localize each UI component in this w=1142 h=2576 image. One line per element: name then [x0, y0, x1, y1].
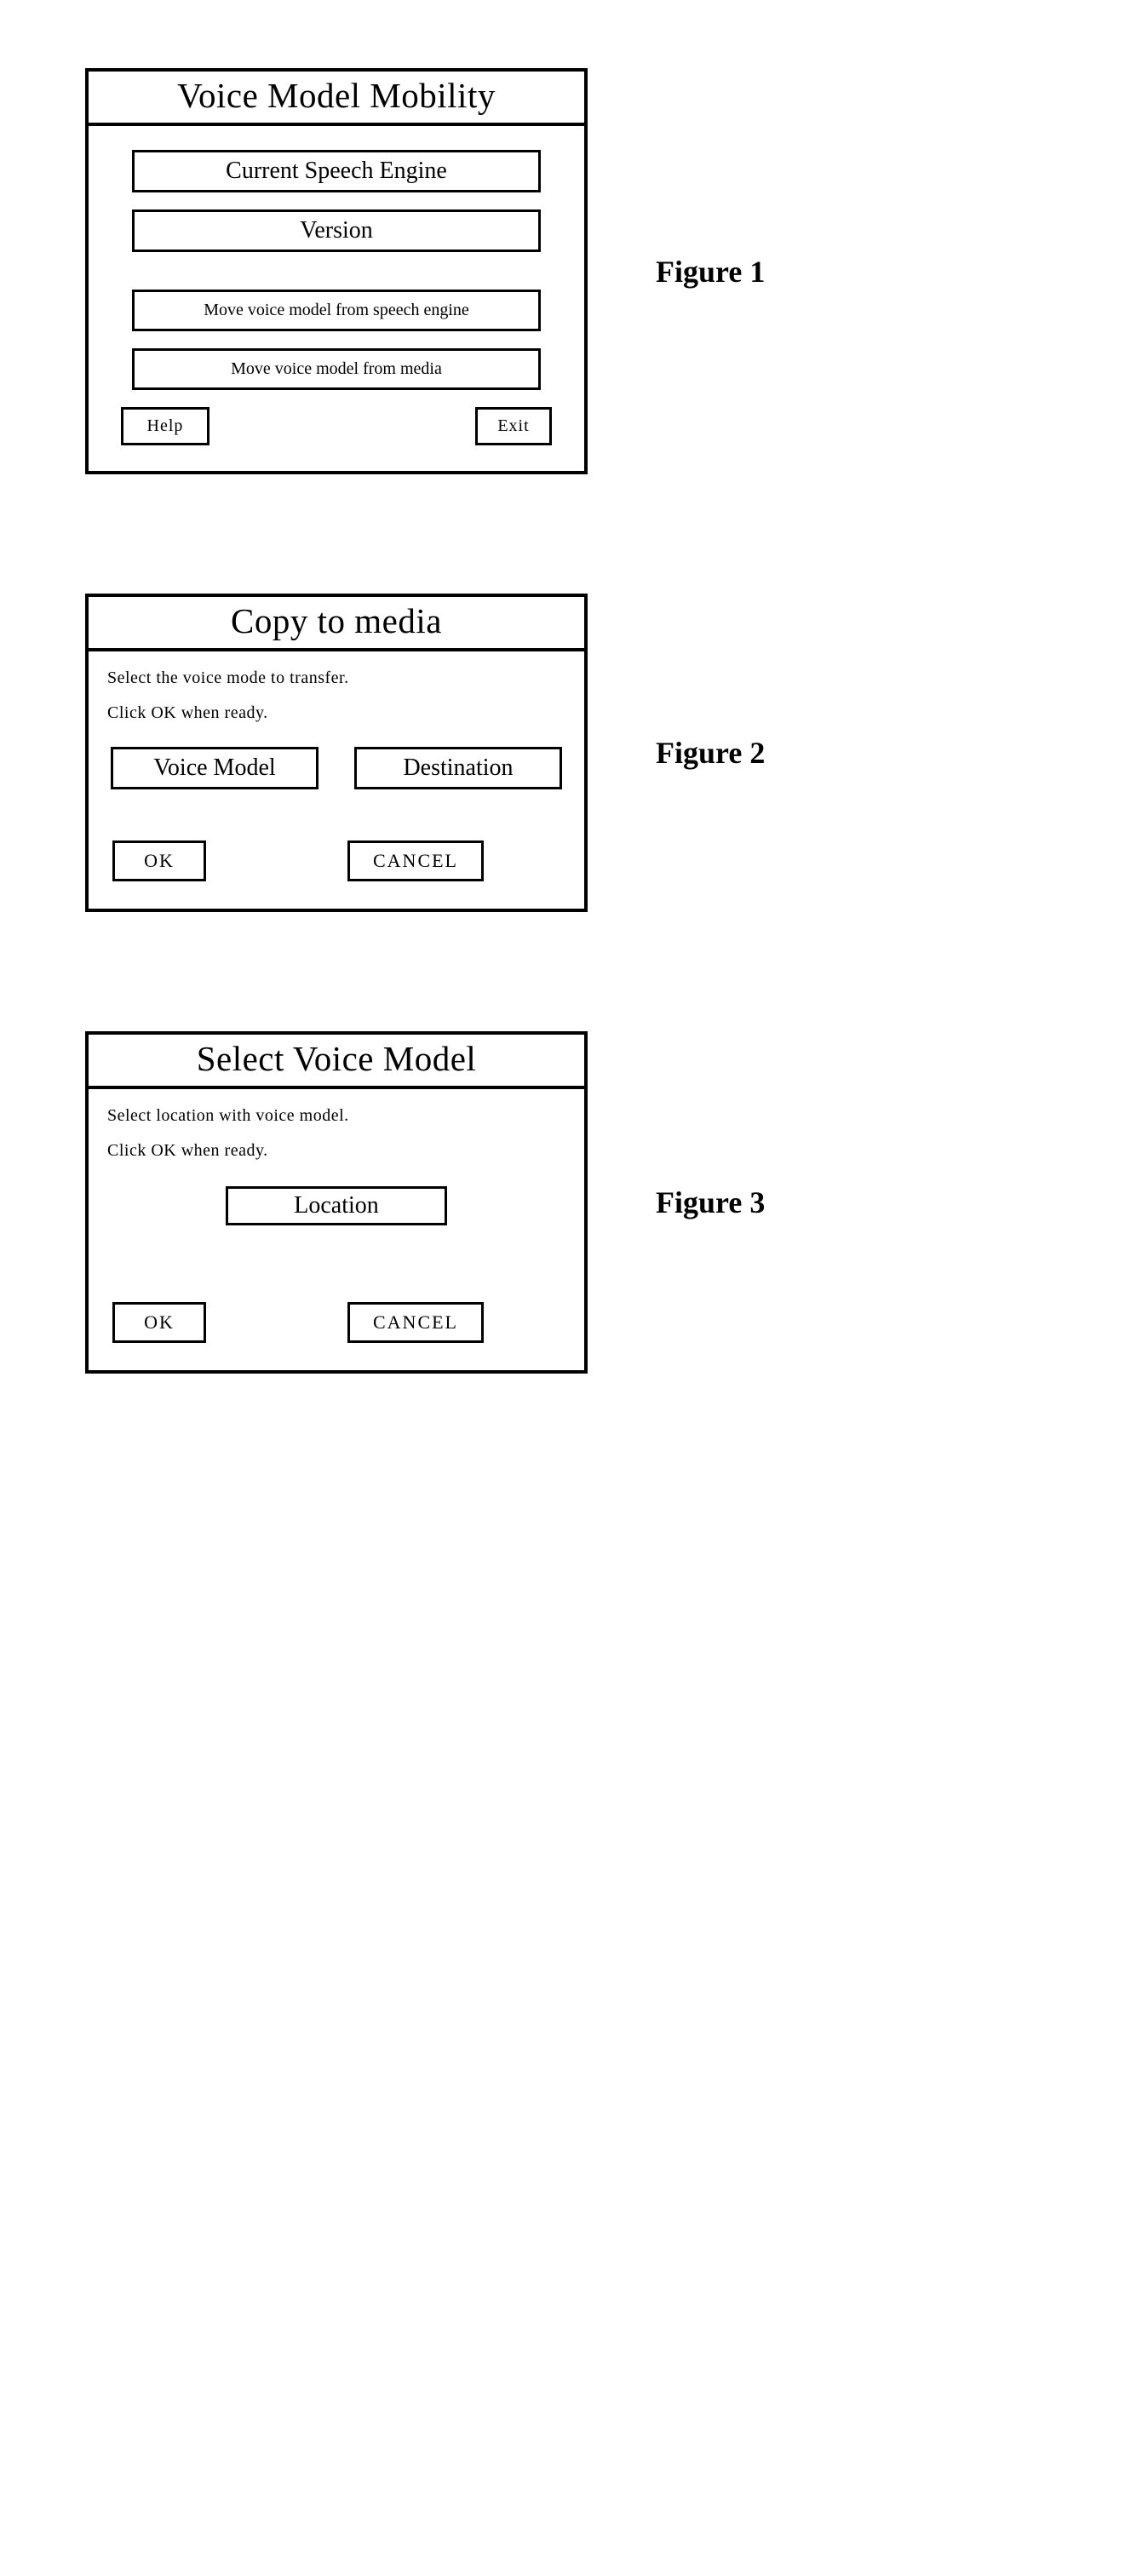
- ok-button[interactable]: OK: [112, 840, 206, 881]
- voice-model-button[interactable]: Voice Model: [111, 747, 318, 789]
- selection-row: Voice Model Destination: [106, 747, 567, 789]
- copy-to-media-dialog: Copy to media Select the voice mode to t…: [85, 594, 588, 912]
- current-speech-engine-button[interactable]: Current Speech Engine: [132, 150, 541, 192]
- instruction-text: Select location with voice model.: [107, 1106, 567, 1126]
- spacer: [114, 269, 559, 290]
- dialog-body: Select the voice mode to transfer. Click…: [89, 651, 584, 909]
- cancel-button[interactable]: CANCEL: [347, 840, 484, 881]
- destination-button[interactable]: Destination: [354, 747, 562, 789]
- help-button[interactable]: Help: [121, 407, 209, 445]
- figure-label: Figure 3: [656, 1185, 765, 1220]
- figure-1-row: Voice Model Mobility Current Speech Engi…: [85, 68, 1142, 474]
- dialog-title: Voice Model Mobility: [89, 72, 584, 126]
- cancel-button[interactable]: CANCEL: [347, 1302, 484, 1343]
- move-from-media-button[interactable]: Move voice model from media: [132, 348, 541, 390]
- ok-button[interactable]: OK: [112, 1302, 206, 1343]
- select-voice-model-dialog: Select Voice Model Select location with …: [85, 1031, 588, 1374]
- dialog-body: Current Speech Engine Version Move voice…: [89, 126, 584, 471]
- location-button[interactable]: Location: [226, 1186, 447, 1225]
- move-from-speech-engine-button[interactable]: Move voice model from speech engine: [132, 290, 541, 331]
- dialog-title: Select Voice Model: [89, 1035, 584, 1089]
- figure-3-row: Select Voice Model Select location with …: [85, 1031, 1142, 1374]
- dialog-body: Select location with voice model. Click …: [89, 1089, 584, 1370]
- instruction-text: Select the voice mode to transfer.: [107, 668, 567, 688]
- figure-label: Figure 1: [656, 254, 765, 290]
- figure-2-row: Copy to media Select the voice mode to t…: [85, 594, 1142, 912]
- ok-cancel-row: OK CANCEL: [106, 1302, 567, 1350]
- exit-button[interactable]: Exit: [475, 407, 552, 445]
- instruction-text: Click OK when ready.: [107, 1141, 567, 1161]
- ok-cancel-row: OK CANCEL: [106, 840, 567, 888]
- version-button[interactable]: Version: [132, 209, 541, 252]
- dialog-title: Copy to media: [89, 597, 584, 651]
- instruction-text: Click OK when ready.: [107, 703, 567, 723]
- figure-label: Figure 2: [656, 735, 765, 771]
- voice-model-mobility-dialog: Voice Model Mobility Current Speech Engi…: [85, 68, 588, 474]
- bottom-button-row: Help Exit: [114, 407, 559, 445]
